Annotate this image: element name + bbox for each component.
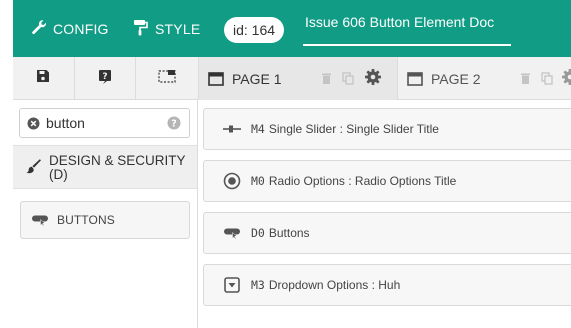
element-single-slider[interactable]: M4 Single Slider : Single Slider Title xyxy=(203,108,571,150)
gear-icon[interactable] xyxy=(561,68,571,89)
layout-button[interactable] xyxy=(136,57,198,100)
element-code: M0 xyxy=(251,174,265,188)
widget-search: ? xyxy=(19,108,190,138)
trash-icon[interactable] xyxy=(520,72,531,88)
layout-icon xyxy=(158,69,176,88)
help-icon[interactable]: ? xyxy=(167,116,181,135)
category-label: DESIGN & SECURITY (D) xyxy=(49,153,186,182)
page-tabs: PAGE 1 PAGE 2 xyxy=(198,57,571,100)
style-tab[interactable]: STYLE xyxy=(133,0,200,57)
search-input[interactable] xyxy=(46,113,156,133)
element-code: M4 xyxy=(251,122,265,136)
element-title: Single Slider : Single Slider Title xyxy=(268,122,439,136)
gear-icon[interactable] xyxy=(364,68,382,89)
element-code: M3 xyxy=(251,278,265,292)
slider-icon xyxy=(221,118,243,140)
widget-buttons[interactable]: BUTTONS xyxy=(20,201,190,239)
element-code: D0 xyxy=(251,226,265,240)
button-icon xyxy=(31,214,49,226)
element-title: Radio Options : Radio Options Title xyxy=(268,174,457,188)
id-badge: id: 164 xyxy=(224,17,285,43)
help-button[interactable]: ? xyxy=(75,57,137,100)
window-icon xyxy=(208,71,224,86)
question-icon: ? xyxy=(98,69,112,89)
page-canvas: M4 Single Slider : Single Slider Title M… xyxy=(198,100,571,328)
copy-icon[interactable] xyxy=(541,72,553,88)
window-icon xyxy=(407,71,423,86)
widget-sidebar: ? DESIGN & SECURITY (D) BUTTONS xyxy=(13,100,198,328)
left-gutter xyxy=(0,0,13,328)
element-title: Dropdown Options : Huh xyxy=(268,278,401,292)
toolbar: ? xyxy=(13,57,198,100)
element-title: Buttons xyxy=(268,226,310,240)
brush-icon xyxy=(26,159,42,180)
widget-label: BUTTONS xyxy=(57,213,115,227)
tab-page-1[interactable]: PAGE 1 xyxy=(198,57,398,100)
copy-icon[interactable] xyxy=(342,72,354,88)
button-icon xyxy=(221,222,243,244)
top-bar: CONFIG STYLE id: 164 Issue 606 Button El… xyxy=(13,0,571,57)
trash-icon[interactable] xyxy=(321,72,332,88)
app-window: CONFIG STYLE id: 164 Issue 606 Button El… xyxy=(0,0,571,328)
tab-page-2-label: PAGE 2 xyxy=(431,70,481,87)
category-design-security[interactable]: DESIGN & SECURITY (D) xyxy=(13,145,197,189)
config-label: CONFIG xyxy=(53,20,109,37)
element-buttons[interactable]: D0 Buttons xyxy=(203,212,571,254)
element-radio-options[interactable]: M0 Radio Options : Radio Options Title xyxy=(203,160,571,202)
config-tab[interactable]: CONFIG xyxy=(31,0,109,57)
svg-text:?: ? xyxy=(171,119,177,130)
tab-page-2[interactable]: PAGE 2 xyxy=(398,57,571,100)
paint-roller-icon xyxy=(133,19,155,39)
wrench-icon xyxy=(31,19,53,38)
dropdown-icon xyxy=(221,274,243,296)
save-icon xyxy=(36,69,50,88)
style-label: STYLE xyxy=(155,20,201,37)
radio-icon xyxy=(221,170,243,192)
clear-search-icon[interactable] xyxy=(27,117,40,135)
save-button[interactable] xyxy=(13,57,75,100)
tab-page-1-label: PAGE 1 xyxy=(232,70,282,87)
svg-text:?: ? xyxy=(102,72,107,82)
document-title[interactable]: Issue 606 Button Element Doc xyxy=(303,0,511,46)
element-dropdown-options[interactable]: M3 Dropdown Options : Huh xyxy=(203,264,571,306)
